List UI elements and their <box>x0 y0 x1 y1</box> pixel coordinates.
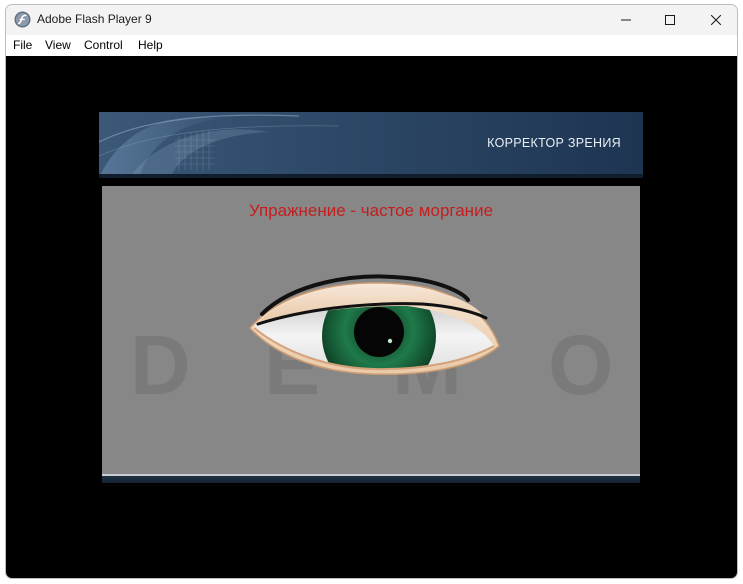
maximize-icon <box>665 15 675 25</box>
stage-footer-bar <box>102 474 640 483</box>
flash-player-icon <box>14 11 31 28</box>
menu-control[interactable]: Control <box>84 38 123 52</box>
title-bar[interactable]: Adobe Flash Player 9 <box>6 5 737 35</box>
menu-view[interactable]: View <box>45 38 71 52</box>
window-title: Adobe Flash Player 9 <box>37 12 152 26</box>
close-button[interactable] <box>693 5 737 35</box>
maximize-button[interactable] <box>647 5 693 35</box>
flash-content-area[interactable]: КОРРЕКТОР ЗРЕНИЯ Упражнение - частое мор… <box>6 56 737 578</box>
menu-bar: File View Control Help <box>6 35 737 56</box>
menu-file[interactable]: File <box>13 38 32 52</box>
exercise-stage[interactable]: Упражнение - частое моргание D E M O <box>102 186 640 474</box>
header-banner: КОРРЕКТОР ЗРЕНИЯ <box>99 112 643 178</box>
eye-illustration <box>248 274 500 376</box>
minimize-button[interactable] <box>603 5 649 35</box>
minimize-icon <box>621 19 631 21</box>
banner-title: КОРРЕКТОР ЗРЕНИЯ <box>487 136 621 150</box>
app-window: Adobe Flash Player 9 File View Control H… <box>5 4 738 579</box>
close-icon <box>711 15 721 25</box>
banner-bottom-strip <box>99 174 643 178</box>
menu-help[interactable]: Help <box>138 38 163 52</box>
